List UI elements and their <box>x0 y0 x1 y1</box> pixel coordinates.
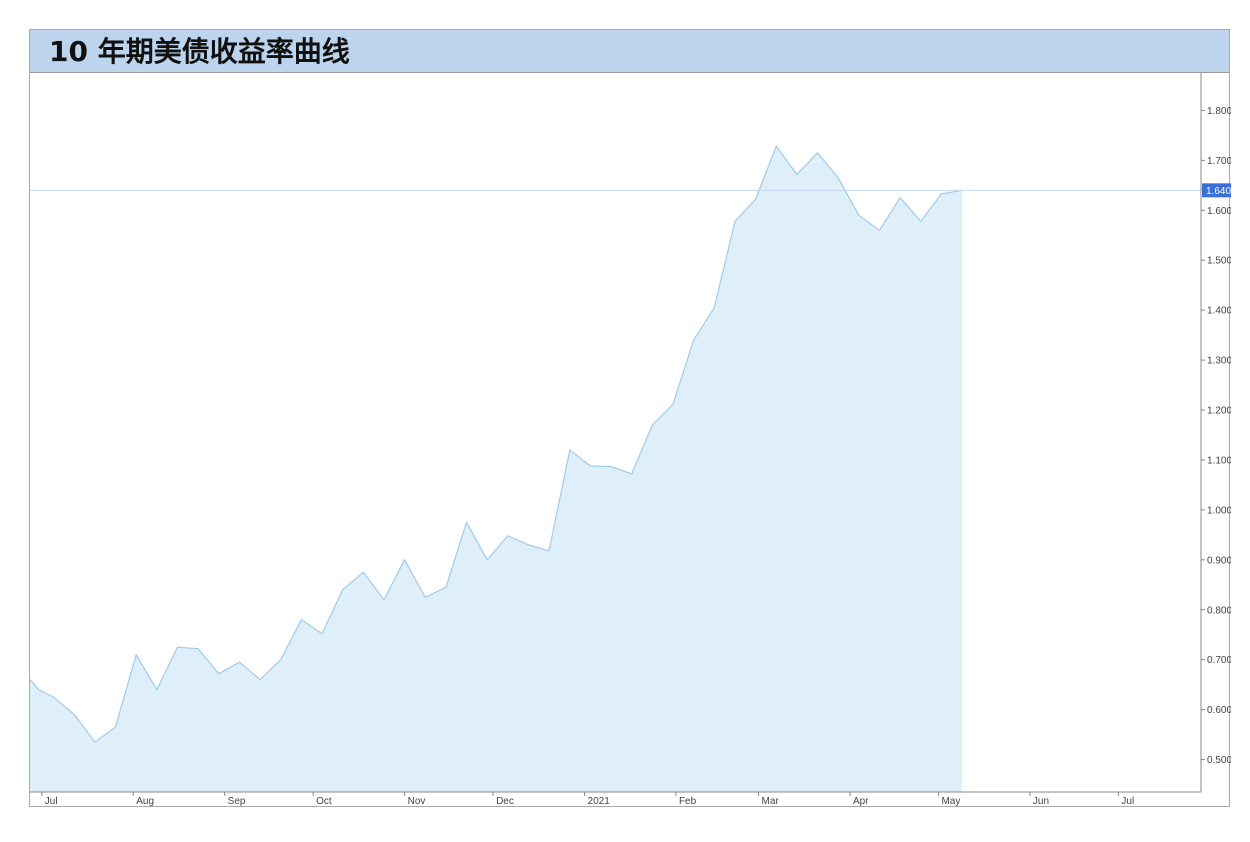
y-tick-label: 0.500 <box>1207 755 1231 766</box>
y-tick-label: 1.100 <box>1207 455 1231 466</box>
y-tick-label: 0.700 <box>1207 655 1231 666</box>
y-tick-label: 1.500 <box>1207 256 1231 267</box>
y-tick-label: 1.700 <box>1207 156 1231 167</box>
x-tick-label: Aug <box>136 796 154 807</box>
x-tick-label: Jun <box>1033 796 1049 807</box>
yield-area <box>30 146 963 792</box>
y-tick-label: 1.600 <box>1207 206 1231 217</box>
y-tick-label: 1.000 <box>1207 505 1231 516</box>
y-tick-label: 0.800 <box>1207 605 1231 616</box>
x-tick-label: Oct <box>316 796 332 807</box>
chart-panel: 10 年期美债收益率曲线 0.500 0.600 0.700 0.800 0.900 1.… <box>29 29 1231 807</box>
last-value-label: 1.640 <box>1206 186 1231 197</box>
x-tick-label: Mar <box>762 796 780 807</box>
y-tick-label: 1.400 <box>1207 306 1231 317</box>
x-tick-label: Feb <box>679 796 697 807</box>
x-tick-label: Dec <box>496 796 514 807</box>
y-tick-label: 1.300 <box>1207 356 1231 367</box>
x-tick-label: Sep <box>228 796 246 807</box>
x-tick-label: May <box>941 796 960 807</box>
y-tick-label: 0.600 <box>1207 705 1231 716</box>
y-tick-label: 1.200 <box>1207 406 1231 417</box>
y-tick-label: 0.900 <box>1207 555 1231 566</box>
x-tick-label: Nov <box>408 796 426 807</box>
yield-chart: 0.500 0.600 0.700 0.800 0.900 1.000 1.100 1.200… <box>30 73 1231 807</box>
x-tick-label: Jul <box>1121 796 1134 807</box>
x-tick-label: 2021 <box>588 796 611 807</box>
y-tick-label: 1.800 <box>1207 106 1231 117</box>
x-tick-label: Apr <box>853 796 869 807</box>
x-tick-label: Jul <box>45 796 58 807</box>
